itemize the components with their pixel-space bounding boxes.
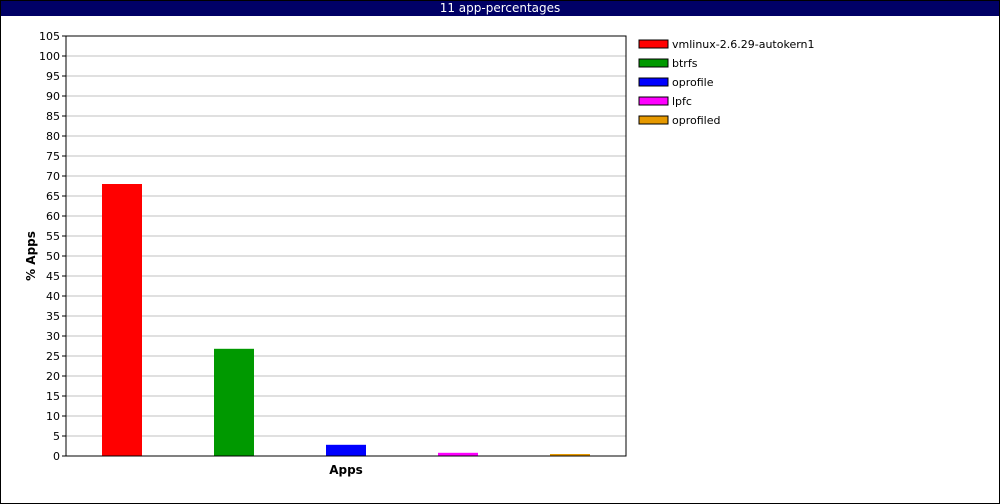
y-tick-label: 100 xyxy=(39,50,60,63)
y-tick-label: 95 xyxy=(46,70,60,83)
y-tick-label: 35 xyxy=(46,310,60,323)
y-tick-label: 70 xyxy=(46,170,60,183)
legend-swatch xyxy=(638,58,669,68)
y-tick-label: 40 xyxy=(46,290,60,303)
y-tick-label: 30 xyxy=(46,330,60,343)
legend-label: vmlinux-2.6.29-autokern1 xyxy=(672,38,815,51)
chart-window: 11 app-percentages 0 5 10 15 20 25 30 35 40 45 50 5… xyxy=(0,0,1000,504)
plot-area xyxy=(65,35,627,457)
y-axis-label: % Apps xyxy=(24,231,38,281)
legend-label: oprofile xyxy=(672,76,714,89)
legend-swatch xyxy=(638,77,669,87)
y-tick-label: 50 xyxy=(46,250,60,263)
y-tick-label: 75 xyxy=(46,150,60,163)
y-tick-label: 85 xyxy=(46,110,60,123)
y-tick-label: 90 xyxy=(46,90,60,103)
legend-label: btrfs xyxy=(672,57,698,70)
y-tick-label: 65 xyxy=(46,190,60,203)
bar xyxy=(214,348,254,456)
y-tick-label: 55 xyxy=(46,230,60,243)
y-tick-label: 25 xyxy=(46,350,60,363)
gridlines xyxy=(66,55,626,437)
y-tick-label: 5 xyxy=(53,430,60,443)
y-tick-label: 20 xyxy=(46,370,60,383)
legend: vmlinux-2.6.29-autokern1 btrfs oprofile lpf… xyxy=(638,38,815,127)
bar xyxy=(326,444,366,456)
y-tick-label: 80 xyxy=(46,130,60,143)
legend-swatch xyxy=(638,115,669,125)
legend-label: lpfc xyxy=(672,95,692,108)
y-tick-label: 15 xyxy=(46,390,60,403)
bars xyxy=(102,184,590,456)
y-axis-ticks: 0 5 10 15 20 25 30 35 40 45 50 55 60 65 70 75 80 85 90 95 10… xyxy=(39,30,66,463)
legend-swatch xyxy=(638,39,669,49)
y-tick-label: 0 xyxy=(53,450,60,463)
y-tick-label: 60 xyxy=(46,210,60,223)
x-axis-label: Apps xyxy=(329,463,363,477)
legend-label: oprofiled xyxy=(672,114,720,127)
y-tick-label: 45 xyxy=(46,270,60,283)
y-tick-label: 10 xyxy=(46,410,60,423)
legend-swatch xyxy=(638,96,669,106)
bar-chart: 0 5 10 15 20 25 30 35 40 45 50 55 60 65 70 75 80 85 90 95 10… xyxy=(24,30,815,477)
y-tick-label: 105 xyxy=(39,30,60,43)
chart-title: 11 app-percentages xyxy=(1,1,999,16)
bar xyxy=(102,184,142,456)
